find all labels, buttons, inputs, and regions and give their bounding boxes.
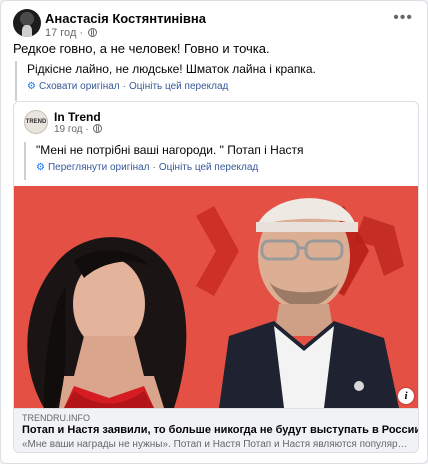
- translation-links: ⚙ Сховати оригінал · Оцініть цей переклад: [27, 81, 229, 92]
- gear-icon: ⚙: [27, 81, 36, 92]
- hide-original-link[interactable]: Сховати оригінал: [39, 81, 120, 92]
- rate-translation-link[interactable]: Оцініть цей переклад: [129, 81, 228, 92]
- link-preview-image[interactable]: [14, 186, 418, 408]
- page-avatar[interactable]: TREND: [24, 110, 48, 134]
- shared-post-time[interactable]: 19 год: [54, 124, 83, 135]
- link-description: «Мне ваши награды не нужны». Потап и Нас…: [22, 439, 410, 450]
- page-name[interactable]: In Trend: [54, 110, 101, 124]
- gear-icon: ⚙: [36, 162, 45, 173]
- shared-translation-links: ⚙ Переглянути оригінал · Оцініть цей перекл…: [36, 162, 259, 173]
- post-text: Редкое говно, а не человек! Говно и точк…: [13, 41, 270, 56]
- facebook-post-card: Анастасія Костянтинівна 17 год · ••• Ред…: [0, 0, 428, 464]
- shared-post-meta: 19 год ·: [54, 124, 103, 135]
- post-time[interactable]: 17 год: [45, 27, 76, 39]
- shared-translation-text: "Мені не потрібні ваші нагороди. " Потап…: [36, 143, 304, 157]
- info-icon[interactable]: i: [398, 388, 414, 404]
- link-preview[interactable]: TRENDRU.INFO Потап и Настя заявили, то б…: [14, 408, 418, 452]
- rate-translation-link[interactable]: Оцініть цей переклад: [159, 162, 258, 173]
- shared-translation: "Мені не потрібні ваші нагороди. " Потап…: [24, 142, 304, 180]
- translation-text: Рідкісне лайно, не людське! Шматок лайна…: [27, 62, 316, 76]
- link-title[interactable]: Потап и Настя заявили, то больше никогда…: [22, 424, 418, 436]
- link-domain: TRENDRU.INFO: [22, 413, 90, 423]
- post-translation: Рідкісне лайно, не людське! Шматок лайна…: [15, 61, 316, 101]
- author-avatar[interactable]: [13, 9, 41, 37]
- more-options-icon[interactable]: •••: [393, 9, 413, 27]
- view-original-link[interactable]: Переглянути оригінал: [48, 162, 150, 173]
- shared-post: TREND In Trend 19 год · "Мені не потрібн…: [13, 101, 419, 453]
- globe-icon: [88, 28, 98, 37]
- post-meta: 17 год ·: [45, 27, 98, 39]
- globe-icon: [93, 124, 103, 133]
- author-name[interactable]: Анастасія Костянтинівна: [45, 11, 206, 26]
